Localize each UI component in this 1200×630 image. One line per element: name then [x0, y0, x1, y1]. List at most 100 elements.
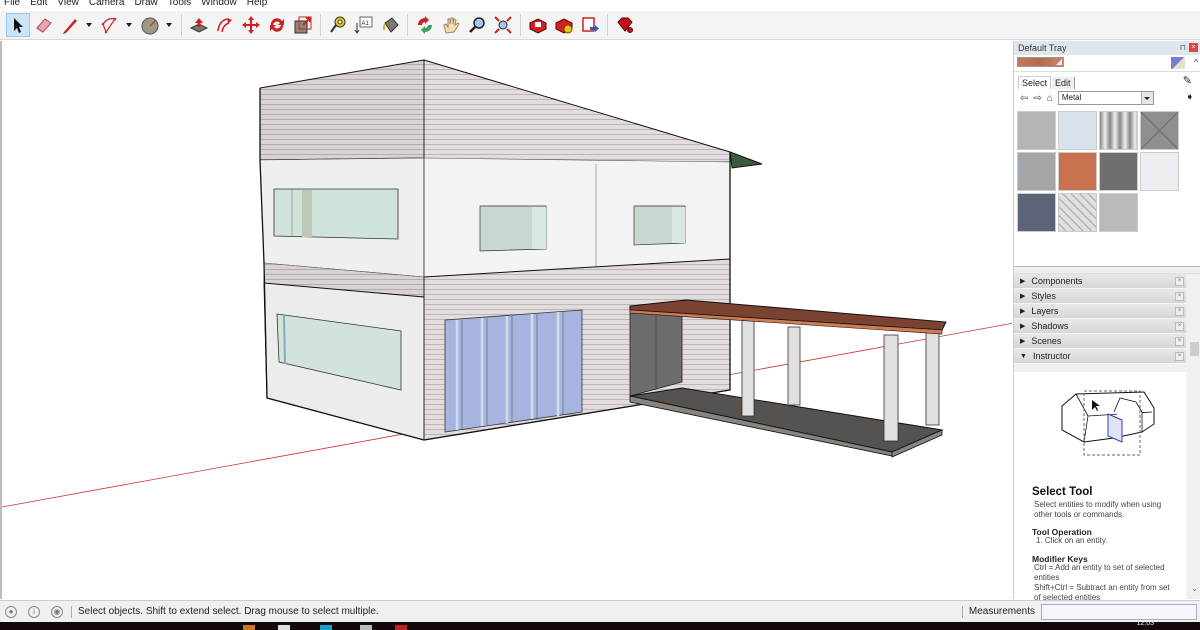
tray-close-button[interactable]: ×	[1189, 43, 1198, 52]
current-material-swatch[interactable]	[1017, 57, 1064, 67]
material-swatch-metal-dark-steel[interactable]	[1099, 152, 1138, 191]
taskbar-app-icon[interactable]	[320, 625, 332, 630]
modeling-viewport[interactable]	[0, 41, 1012, 599]
push-pull-tool-button[interactable]	[187, 13, 211, 37]
panel-close-button[interactable]: ×	[1175, 322, 1184, 331]
material-swatch-metal-blue-perforated[interactable]	[1017, 193, 1056, 232]
material-swatch-metal-steel-plain[interactable]	[1099, 193, 1138, 232]
material-nav: ⇦ ⇨ ⌂ Metal ➧	[1014, 89, 1200, 107]
send-to-layout-button[interactable]	[578, 13, 602, 37]
eraser-icon	[36, 18, 52, 33]
offset-tool-button[interactable]	[213, 13, 237, 37]
panel-components[interactable]: ▶ Components ×	[1014, 274, 1186, 289]
house-right-roof-band	[423, 59, 731, 166]
move-tool-button[interactable]	[239, 13, 263, 37]
material-swatch-metal-diamond-plate[interactable]	[1058, 193, 1097, 232]
panel-close-button[interactable]: ×	[1175, 337, 1184, 346]
select-tool-button[interactable]	[6, 13, 30, 37]
menu-view[interactable]: View	[52, 0, 84, 11]
menu-draw[interactable]: Draw	[129, 0, 162, 11]
rotate-tool-button[interactable]	[265, 13, 289, 37]
panel-styles[interactable]: ▶ Styles ×	[1014, 289, 1186, 304]
zoom-extents-tool-button[interactable]	[491, 13, 515, 37]
scroll-down-chevron-icon[interactable]: ⌄	[1191, 584, 1198, 593]
material-swatch-metal-corrugated[interactable]	[1099, 111, 1138, 150]
text-tool-button[interactable]: A1	[352, 13, 376, 37]
tape-measure-tool-button[interactable]	[326, 13, 350, 37]
paint-bucket-tool-button[interactable]	[378, 13, 402, 37]
material-swatch-metal-galvanized[interactable]	[1017, 152, 1056, 191]
hand-icon	[443, 17, 460, 34]
pan-tool-button[interactable]	[439, 13, 463, 37]
panel-shadows[interactable]: ▶ Shadows ×	[1014, 319, 1186, 334]
taskbar-sketchup-icon[interactable]	[395, 625, 407, 630]
scale-tool-button[interactable]	[291, 13, 315, 37]
menu-bar: File Edit View Camera Draw Tools Window …	[0, 0, 1200, 11]
circle-tool-button[interactable]	[138, 13, 162, 37]
expand-arrow-icon: ▶	[1020, 278, 1026, 285]
instructor-content: Select Tool Select entities to modify wh…	[1014, 372, 1186, 602]
taskbar-app-icon[interactable]	[360, 625, 372, 630]
line-tool-dropdown[interactable]	[84, 13, 94, 37]
tab-edit[interactable]: Edit	[1052, 77, 1075, 89]
arc-tool-dropdown[interactable]	[124, 13, 134, 37]
collapse-chevron-icon[interactable]: ^	[1194, 58, 1198, 67]
menu-camera[interactable]: Camera	[84, 0, 130, 11]
menu-tools[interactable]: Tools	[163, 0, 196, 11]
eraser-tool-button[interactable]	[32, 13, 56, 37]
menu-help[interactable]: Help	[242, 0, 273, 11]
tab-select[interactable]: Select	[1018, 76, 1052, 89]
expand-arrow-icon: ▶	[1020, 308, 1026, 315]
line-tool-button[interactable]	[58, 13, 82, 37]
menu-edit[interactable]: Edit	[25, 0, 52, 11]
pin-icon[interactable]: ⊓	[1180, 43, 1186, 52]
material-collection-select[interactable]: Metal	[1057, 91, 1154, 105]
eyedropper-icon[interactable]: ✎	[1183, 74, 1192, 87]
credits-info-icon[interactable]: i	[28, 605, 40, 618]
material-swatch-metal-rusted[interactable]	[1058, 152, 1097, 191]
orbit-tool-button[interactable]	[413, 13, 437, 37]
arc-icon	[101, 17, 117, 34]
extension-warehouse-button[interactable]	[552, 13, 576, 37]
material-swatch-metal-panel-cross[interactable]	[1140, 111, 1179, 150]
taskbar-app-icon[interactable]	[243, 625, 255, 630]
measurements-input[interactable]	[1041, 603, 1197, 620]
instructor-description: Select entities to modify when using oth…	[1034, 500, 1162, 519]
chevron-down-icon	[1143, 97, 1150, 100]
panel-layers[interactable]: ▶ Layers ×	[1014, 304, 1186, 319]
scrollbar-thumb[interactable]	[1190, 342, 1199, 356]
panel-close-button[interactable]: ×	[1175, 307, 1184, 316]
panel-close-button[interactable]: ×	[1175, 292, 1184, 301]
panel-instructor[interactable]: ▼ Instructor ×	[1014, 349, 1186, 364]
panel-divider[interactable]	[1014, 266, 1200, 274]
status-divider	[71, 605, 72, 618]
layout-icon	[582, 17, 599, 32]
panel-close-button[interactable]: ×	[1175, 352, 1184, 361]
panel-scenes[interactable]: ▶ Scenes ×	[1014, 334, 1186, 349]
menu-window[interactable]: Window	[196, 0, 242, 11]
panel-label: Shadows	[1031, 321, 1069, 331]
arc-tool-button[interactable]	[98, 13, 122, 37]
details-arrow-icon[interactable]: ➧	[1186, 92, 1194, 103]
create-material-icon[interactable]	[1171, 57, 1185, 69]
forward-arrow-icon[interactable]: ⇨	[1033, 93, 1041, 104]
material-tabs: Select Edit ✎	[1014, 71, 1200, 89]
panel-label: Components	[1031, 276, 1083, 286]
menu-file[interactable]: File	[0, 0, 25, 11]
back-arrow-icon[interactable]: ⇦	[1020, 93, 1028, 104]
material-swatch-metal-white[interactable]	[1140, 152, 1179, 191]
circle-tool-dropdown[interactable]	[164, 13, 174, 37]
3d-warehouse-button[interactable]	[526, 13, 550, 37]
material-swatch-metal-frosted[interactable]	[1058, 111, 1097, 150]
user-account-icon[interactable]: ◉	[51, 605, 63, 618]
house-left-roof-band	[259, 59, 425, 161]
geo-location-icon[interactable]: ●	[5, 605, 17, 618]
tool-operation-text: 1. Click on an entity.	[1036, 536, 1108, 545]
zoom-tool-button[interactable]	[465, 13, 489, 37]
panel-close-button[interactable]: ×	[1175, 277, 1184, 286]
extension-manager-button[interactable]	[613, 13, 637, 37]
tray-scrollbar[interactable]: ⌄	[1189, 342, 1200, 599]
home-icon[interactable]: ⌂	[1047, 93, 1053, 104]
taskbar-app-icon[interactable]	[278, 625, 290, 630]
material-swatch-metal-aluminum[interactable]	[1017, 111, 1056, 150]
